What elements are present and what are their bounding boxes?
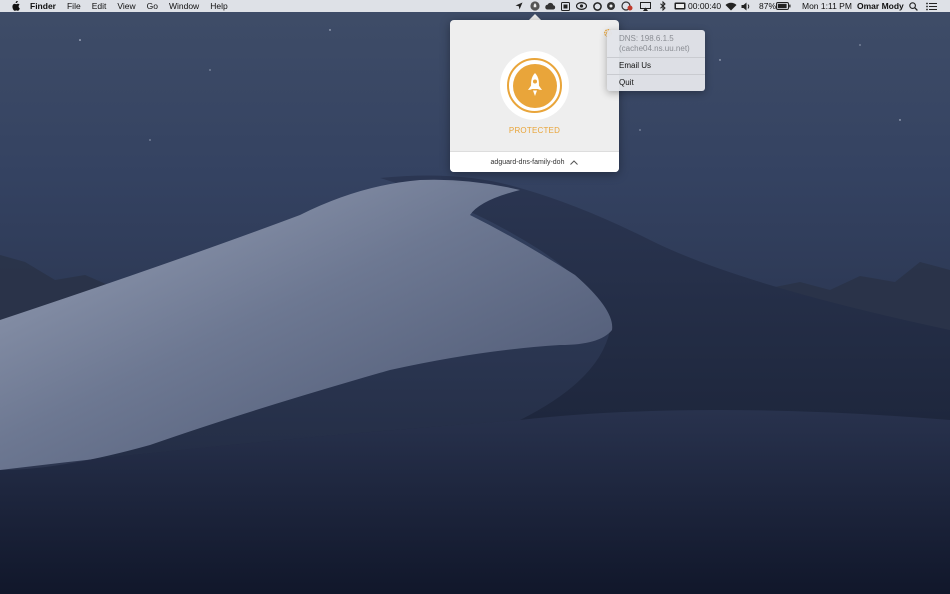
menu-window[interactable]: Window [169,0,199,12]
wifi-icon[interactable] [724,0,738,12]
protection-status: PROTECTED [508,126,561,135]
menu-view[interactable]: View [117,0,135,12]
menu-edit[interactable]: Edit [92,0,107,12]
server-name: adguard-dns-family-doh [490,158,565,166]
cloud-icon[interactable] [543,0,557,12]
notification-center-icon[interactable] [924,0,938,12]
dns-address: DNS: 198.6.1.5 [619,34,674,43]
email-us-menu-item[interactable]: Email Us [619,61,651,71]
volume-icon[interactable] [740,0,752,12]
battery-percent[interactable]: 87% [759,0,776,12]
protection-core [512,63,557,108]
menu-finder[interactable]: Finder [30,0,56,12]
stamp-icon[interactable] [559,0,571,12]
menu-bar-menus: Finder File Edit View Go Window Help [30,0,239,12]
settings-dropdown-menu: DNS: 198.6.1.5 (cache04.ns.uu.net) Email… [607,30,705,91]
adguard-popover: PROTECTED adguard-dns-family-doh [450,20,619,172]
gear-badge-icon[interactable] [605,0,617,12]
menu-help[interactable]: Help [210,0,227,12]
bluetooth-icon[interactable] [658,0,668,12]
server-selector[interactable]: adguard-dns-family-doh [450,151,619,172]
privacy-icon[interactable] [620,0,634,12]
menu-file[interactable]: File [67,0,81,12]
menu-go[interactable]: Go [147,0,158,12]
menu-separator [607,74,705,75]
dns-info: DNS: 198.6.1.5 (cache04.ns.uu.net) [619,34,690,54]
timer-text[interactable]: 00:00:40 [688,0,721,12]
chevron-up-icon [570,159,579,165]
battery-icon[interactable] [775,0,791,12]
user-name[interactable]: Omar Mody [857,0,904,12]
ring-icon[interactable] [592,0,603,12]
protection-toggle[interactable] [500,51,569,120]
adguard-icon[interactable] [528,0,541,12]
spotlight-search-icon[interactable] [907,0,919,12]
protection-ring [507,58,562,113]
location-arrow-icon[interactable] [514,0,524,12]
quit-menu-item[interactable]: Quit [619,78,634,88]
dns-host: (cache04.ns.uu.net) [619,44,690,53]
airplay-icon[interactable] [639,0,652,12]
apple-logo-icon[interactable] [11,1,22,11]
timer-icon[interactable] [673,0,687,12]
menu-separator [607,57,705,58]
rocket-icon [527,72,542,96]
eye-icon[interactable] [575,0,588,12]
menu-bar: Finder File Edit View Go Window Help 00:… [0,0,950,12]
clock[interactable]: Mon 1:11 PM [802,0,852,12]
